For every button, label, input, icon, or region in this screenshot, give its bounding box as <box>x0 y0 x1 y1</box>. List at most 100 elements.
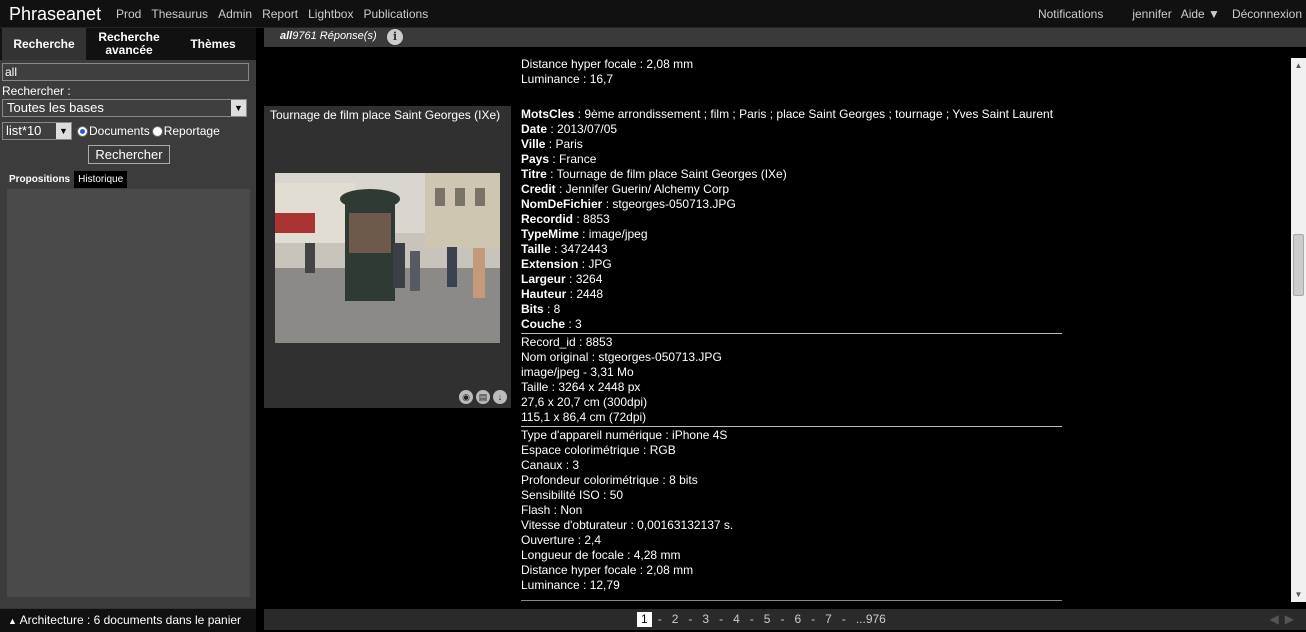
meta-row: Ville : Paris <box>521 137 1062 152</box>
tab-propositions[interactable]: Propositions <box>5 171 74 188</box>
page-link[interactable]: 7 <box>821 612 836 627</box>
meta-label: Pays <box>521 152 550 166</box>
print-icon[interactable]: ▤ <box>476 390 490 404</box>
page-link[interactable]: 1 <box>637 612 652 627</box>
meta-label: Bits <box>521 302 544 316</box>
results-count: 9761 Réponse(s) <box>292 30 377 42</box>
results-header: all9761 Réponse(s) i <box>264 28 1306 47</box>
results-scrollbar[interactable]: ▲ ▼ <box>1291 58 1306 602</box>
radio-documents[interactable] <box>77 125 88 137</box>
meta-label: Largeur <box>521 272 566 286</box>
chevron-up-icon[interactable]: ▲ <box>8 616 17 626</box>
meta-label: Titre <box>521 167 547 181</box>
record-thumbnail-card[interactable]: Tournage de film place Saint Georges (IX… <box>264 106 511 408</box>
tab-historique[interactable]: Historique <box>74 171 128 188</box>
tab-search[interactable]: Recherche <box>2 28 86 60</box>
bases-select-value: Toutes les bases <box>7 100 104 115</box>
tech-line: 115,1 x 86,4 cm (72dpi) <box>521 410 647 424</box>
page-link[interactable]: 4 <box>729 612 744 627</box>
page-link[interactable]: 2 <box>668 612 683 627</box>
meta-value: : 3264 <box>565 272 603 286</box>
page-separator: - <box>841 612 846 626</box>
chevron-down-icon[interactable]: ▼ <box>56 123 71 139</box>
meta-value: : 2013/07/05 <box>547 122 618 136</box>
tech-line: Record_id : 8853 <box>521 335 613 349</box>
meta-value: : 3 <box>565 317 582 331</box>
record-thumbnail-image[interactable] <box>275 173 500 343</box>
page-separator: - <box>749 612 754 626</box>
radio-reportage[interactable] <box>151 125 163 137</box>
chevron-down-icon[interactable]: ▼ <box>231 100 246 116</box>
basket-icon[interactable]: ◉ <box>459 390 473 404</box>
meta-value: : 3472443 <box>550 242 608 256</box>
meta-row: Extension : JPG <box>521 257 1062 272</box>
page-arrows: ◀ ▶ <box>1270 612 1294 626</box>
meta-value: : image/jpeg <box>578 227 648 241</box>
app-brand[interactable]: Phraseanet <box>9 4 101 25</box>
nav-thesaurus[interactable]: Thesaurus <box>151 7 208 21</box>
exif-line: Vitesse d'obturateur : 0,00163132137 s. <box>521 518 734 532</box>
previous-record-tail: Distance hyper focale : 2,08 mm Luminanc… <box>521 57 693 87</box>
radio-reportage-label: Reportage <box>163 124 220 138</box>
results-list: Distance hyper focale : 2,08 mm Luminanc… <box>264 47 1290 603</box>
tab-themes[interactable]: Thèmes <box>172 28 254 60</box>
exif-line: Longueur de focale : 4,28 mm <box>521 548 681 562</box>
meta-value: : 2448 <box>566 287 604 301</box>
nav-lightbox[interactable]: Lightbox <box>308 7 353 21</box>
exif-line: Distance hyper focale : 2,08 mm <box>521 563 694 577</box>
meta-row: Couche : 3 <box>521 317 1062 332</box>
meta-label: Ville <box>521 137 546 151</box>
scroll-up-icon[interactable]: ▲ <box>1291 58 1306 73</box>
nav-publications[interactable]: Publications <box>363 7 428 21</box>
exif-line: Canaux : 3 <box>521 458 580 472</box>
sidebar-tabs: Recherche Recherche avancée Thèmes <box>0 28 256 60</box>
record-metadata: MotsCles : 9ème arrondissement ; film ; … <box>521 107 1062 593</box>
meta-row: Bits : 8 <box>521 302 1062 317</box>
prev-page-icon[interactable]: ◀ <box>1270 612 1279 626</box>
page-link[interactable]: ...976 <box>852 612 890 627</box>
meta-value: : 8853 <box>573 212 610 226</box>
search-input[interactable]: all <box>2 63 249 81</box>
info-icon[interactable]: i <box>387 29 403 45</box>
tab-advanced-search[interactable]: Recherche avancée <box>88 28 170 60</box>
list-select[interactable]: list*10 ▼ <box>2 122 72 140</box>
help-menu[interactable]: Aide ▼ <box>1181 7 1220 21</box>
search-label: Rechercher : <box>2 84 71 98</box>
divider <box>521 600 1062 601</box>
exif-line: Luminance : 12,79 <box>521 578 620 592</box>
next-page-icon[interactable]: ▶ <box>1285 612 1294 626</box>
tech-line: image/jpeg - 3,31 Mo <box>521 365 634 379</box>
logout-link[interactable]: Déconnexion <box>1232 7 1302 21</box>
notifications-link[interactable]: Notifications <box>1038 7 1103 21</box>
nav-prod[interactable]: Prod <box>116 7 141 21</box>
page-link[interactable]: 3 <box>698 612 713 627</box>
meta-value: : Jennifer Guerin/ Alchemy Corp <box>555 182 730 196</box>
bases-select[interactable]: Toutes les bases ▼ <box>2 99 247 117</box>
page-link[interactable]: 5 <box>760 612 775 627</box>
tech-line: Taille : 3264 x 2448 px <box>521 380 641 394</box>
page-separator: - <box>780 612 785 626</box>
radio-documents-label: Documents <box>89 124 150 138</box>
top-right-menu: Notifications jennifer Aide ▼ Déconnexio… <box>1038 7 1302 21</box>
divider <box>521 426 1062 427</box>
scroll-thumb[interactable] <box>1293 234 1304 296</box>
meta-row: Recordid : 8853 <box>521 212 1062 227</box>
page-separator: - <box>811 612 816 626</box>
nav-report[interactable]: Report <box>262 7 298 21</box>
nav-admin[interactable]: Admin <box>218 7 252 21</box>
meta-value: : Paris <box>545 137 583 151</box>
pagination-bar: 1- 2- 3- 4- 5- 6- 7- ...976 ◀ ▶ <box>264 609 1306 630</box>
meta-label: TypeMime <box>521 227 579 241</box>
download-icon[interactable]: ↓ <box>493 390 507 404</box>
meta-value: : JPG <box>578 257 612 271</box>
meta-value: : stgeorges-050713.JPG <box>602 197 736 211</box>
query-term: all <box>280 30 293 42</box>
exif-line: Profondeur colorimétrique : 8 bits <box>521 473 698 487</box>
meta-label: Couche <box>521 317 566 331</box>
user-link[interactable]: jennifer <box>1132 7 1171 21</box>
basket-bar[interactable]: ▲ Architecture : 6 documents dans le pan… <box>0 608 256 632</box>
scroll-down-icon[interactable]: ▼ <box>1291 587 1306 602</box>
search-button[interactable]: Rechercher <box>88 145 170 164</box>
meta-label: Credit <box>521 182 556 196</box>
page-link[interactable]: 6 <box>790 612 805 627</box>
